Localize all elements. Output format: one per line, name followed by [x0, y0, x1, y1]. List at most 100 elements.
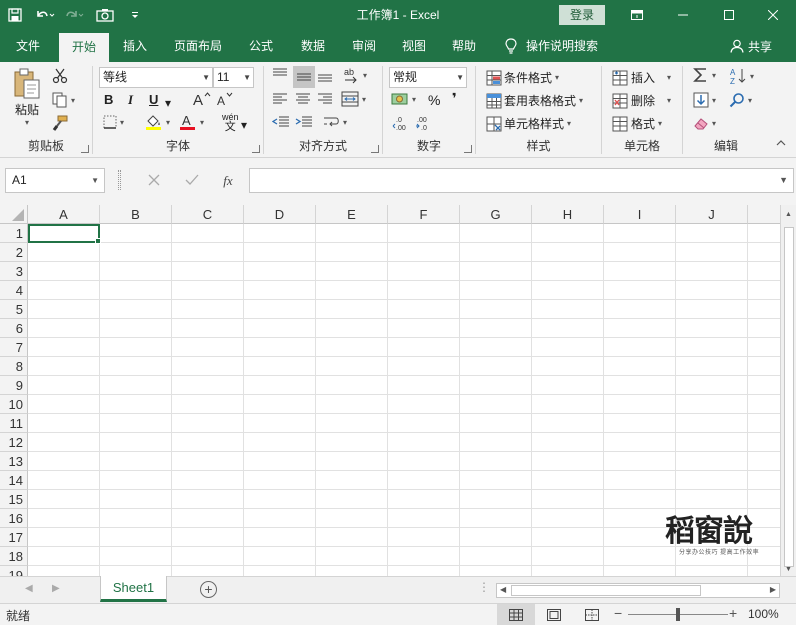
camera-button[interactable]: [90, 0, 120, 30]
next-sheet-icon[interactable]: ▶: [52, 583, 60, 594]
bold-button[interactable]: B: [104, 92, 113, 107]
decrease-decimal-button[interactable]: .00.0: [415, 115, 435, 131]
orientation-button[interactable]: ab ▾: [342, 66, 367, 84]
row-header[interactable]: 3: [0, 262, 28, 281]
add-sheet-button[interactable]: +: [200, 581, 217, 598]
horizontal-scroll-thumb[interactable]: [511, 585, 701, 596]
column-header[interactable]: J: [676, 205, 748, 224]
sort-filter-button[interactable]: AZ ▾: [729, 67, 754, 85]
scroll-right-icon[interactable]: ▶: [770, 585, 776, 594]
vertical-scroll-thumb[interactable]: [784, 227, 794, 567]
conditional-formatting-button[interactable]: 条件格式 ▾: [486, 69, 559, 86]
formula-input[interactable]: ▼: [249, 168, 794, 193]
insert-cells-button[interactable]: 插入 ▾: [612, 69, 671, 86]
confirm-entry-button[interactable]: [179, 168, 205, 193]
fill-button[interactable]: ▾: [693, 92, 716, 108]
row-header[interactable]: 13: [0, 452, 28, 471]
increase-font-button[interactable]: A: [193, 91, 211, 107]
row-header[interactable]: 19: [0, 566, 28, 576]
format-painter-button[interactable]: [52, 115, 68, 131]
align-right-button[interactable]: [317, 92, 333, 106]
align-bottom-button[interactable]: [317, 68, 333, 82]
font-size-select[interactable]: 11 ▼: [213, 67, 254, 88]
tab-split-handle[interactable]: ⋮: [478, 580, 490, 594]
row-header[interactable]: 9: [0, 376, 28, 395]
delete-cells-button[interactable]: 删除 ▾: [612, 92, 671, 109]
tab-page-layout[interactable]: 页面布局: [166, 30, 230, 62]
row-header[interactable]: 16: [0, 509, 28, 528]
borders-button[interactable]: ▾: [103, 115, 124, 129]
column-header[interactable]: A: [28, 205, 100, 224]
copy-button[interactable]: ▾: [52, 92, 75, 108]
accounting-format-button[interactable]: ▾: [391, 91, 416, 107]
merge-center-button[interactable]: ▾: [341, 91, 366, 107]
font-color-button[interactable]: A ▾: [179, 113, 204, 131]
column-header[interactable]: C: [172, 205, 244, 224]
wrap-text-button[interactable]: ▾: [322, 114, 347, 130]
column-header[interactable]: G: [460, 205, 532, 224]
maximize-button[interactable]: [706, 0, 752, 30]
font-name-select[interactable]: 等线 ▼: [99, 67, 213, 88]
select-all-button[interactable]: [0, 205, 28, 224]
decrease-font-button[interactable]: A: [217, 91, 235, 107]
vertical-scrollbar[interactable]: ▲ ▼: [780, 205, 796, 576]
find-select-button[interactable]: ▾: [729, 92, 752, 108]
column-header[interactable]: H: [532, 205, 604, 224]
column-header[interactable]: I: [604, 205, 676, 224]
increase-decimal-button[interactable]: .0.00: [392, 115, 412, 131]
alignment-launcher-icon[interactable]: [371, 145, 379, 153]
share-button[interactable]: 共享: [730, 30, 772, 62]
tab-home[interactable]: 开始: [59, 33, 109, 62]
cell-styles-button[interactable]: 单元格样式 ▾: [486, 115, 571, 132]
save-button[interactable]: [0, 0, 30, 30]
number-launcher-icon[interactable]: [464, 145, 472, 153]
tab-view[interactable]: 视图: [393, 30, 435, 62]
percent-button[interactable]: %: [428, 92, 440, 108]
row-header[interactable]: 18: [0, 547, 28, 566]
tell-me-search[interactable]: 操作说明搜索: [505, 30, 598, 62]
align-top-button[interactable]: [272, 68, 288, 82]
decrease-indent-button[interactable]: [272, 115, 290, 129]
align-left-button[interactable]: [272, 92, 288, 106]
undo-button[interactable]: [30, 0, 60, 30]
minimize-button[interactable]: [660, 0, 706, 30]
fill-color-button[interactable]: ▾: [145, 113, 170, 131]
tab-formulas[interactable]: 公式: [240, 30, 282, 62]
italic-button[interactable]: I: [128, 92, 133, 108]
clipboard-launcher-icon[interactable]: [81, 145, 89, 153]
name-box[interactable]: A1 ▼: [5, 168, 105, 193]
collapse-ribbon-button[interactable]: [776, 140, 786, 146]
font-launcher-icon[interactable]: [252, 145, 260, 153]
phonetic-guide-button[interactable]: wén 文: [222, 112, 239, 133]
row-header[interactable]: 17: [0, 528, 28, 547]
row-header[interactable]: 4: [0, 281, 28, 300]
phonetic-dropdown-icon[interactable]: ▾: [241, 118, 247, 132]
redo-button[interactable]: [60, 0, 90, 30]
row-header[interactable]: 5: [0, 300, 28, 319]
autosum-button[interactable]: ▾: [693, 67, 716, 83]
clear-button[interactable]: ▾: [693, 115, 716, 131]
underline-button[interactable]: U: [149, 92, 158, 107]
close-button[interactable]: [750, 0, 796, 30]
row-header[interactable]: 2: [0, 243, 28, 262]
page-layout-view-button[interactable]: [535, 604, 573, 625]
scroll-down-icon[interactable]: ▼: [785, 566, 792, 573]
column-header[interactable]: D: [244, 205, 316, 224]
row-header[interactable]: 1: [0, 224, 28, 243]
comma-style-button[interactable]: ❜: [452, 90, 457, 107]
customize-qat-button[interactable]: [120, 0, 150, 30]
formula-bar-grip[interactable]: [118, 170, 121, 190]
login-button[interactable]: 登录: [559, 5, 605, 25]
fill-handle[interactable]: [95, 238, 101, 244]
scroll-up-icon[interactable]: ▲: [785, 211, 792, 218]
scroll-left-icon[interactable]: ◀: [500, 585, 506, 594]
zoom-level[interactable]: 100%: [748, 607, 779, 621]
align-middle-button[interactable]: [293, 66, 315, 88]
cut-button[interactable]: [52, 68, 68, 84]
tab-insert[interactable]: 插入: [114, 30, 156, 62]
tab-review[interactable]: 审阅: [343, 30, 385, 62]
active-cell[interactable]: [28, 224, 100, 243]
ribbon-display-options-button[interactable]: [614, 0, 660, 30]
zoom-out-button[interactable]: −: [614, 605, 622, 621]
column-header[interactable]: F: [388, 205, 460, 224]
